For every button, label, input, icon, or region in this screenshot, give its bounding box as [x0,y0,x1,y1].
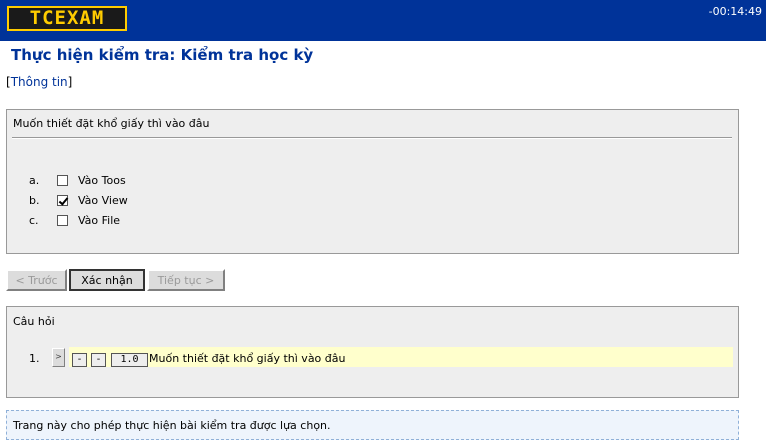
confirm-button[interactable]: Xác nhận [69,269,145,291]
top-bar: TCEXAM -00:14:49 [0,0,766,41]
question-list-title: Câu hỏi [13,315,55,328]
select-question-button[interactable]: > [52,348,65,367]
countdown-timer: -00:14:49 [708,5,762,18]
answer-checkbox-c[interactable] [57,214,68,226]
answer-letter: b. [29,193,40,207]
mark-indicator-2: - [91,353,106,367]
answer-option-b[interactable]: b. Vào View [29,192,128,208]
answer-label: Vào Toos [78,173,126,187]
answer-letter: c. [29,213,39,227]
prev-button[interactable]: < Trước [6,269,67,291]
answer-option-a[interactable]: a. Vào Toos [29,172,126,188]
answer-option-c[interactable]: c. Vào File [29,212,120,228]
page-title: Thực hiện kiểm tra: Kiểm tra học kỳ [11,46,314,64]
question-list-text[interactable]: Muốn thiết đặt khổ giấy thì vào đâu [149,352,345,365]
info-link-wrapper: [Thông tin] [6,75,72,89]
question-list-panel: Câu hỏi 1. > - - 1.0 Muốn thiết đặt khổ … [6,306,739,398]
question-text: Muốn thiết đặt khổ giấy thì vào đâu [13,117,210,130]
help-footer: Trang này cho phép thực hiện bài kiểm tr… [6,410,739,440]
next-button[interactable]: Tiếp tục > [147,269,225,291]
answer-checkbox-b[interactable] [57,194,68,206]
question-score: 1.0 [111,353,148,367]
mark-indicator-1: - [72,353,87,367]
info-close-bracket: ] [67,75,73,89]
answer-label: Vào File [78,213,121,227]
question-panel: Muốn thiết đặt khổ giấy thì vào đâu a. V… [6,109,739,254]
answer-checkbox-a[interactable] [57,174,68,186]
question-divider [12,137,732,139]
question-number: 1. [29,352,40,365]
logo-text: TCEXAM [29,7,105,29]
answer-label: Vào View [78,193,128,207]
info-link[interactable]: Thông tin [11,75,68,89]
answer-letter: a. [29,173,40,187]
tcexam-logo: TCEXAM [7,6,127,31]
